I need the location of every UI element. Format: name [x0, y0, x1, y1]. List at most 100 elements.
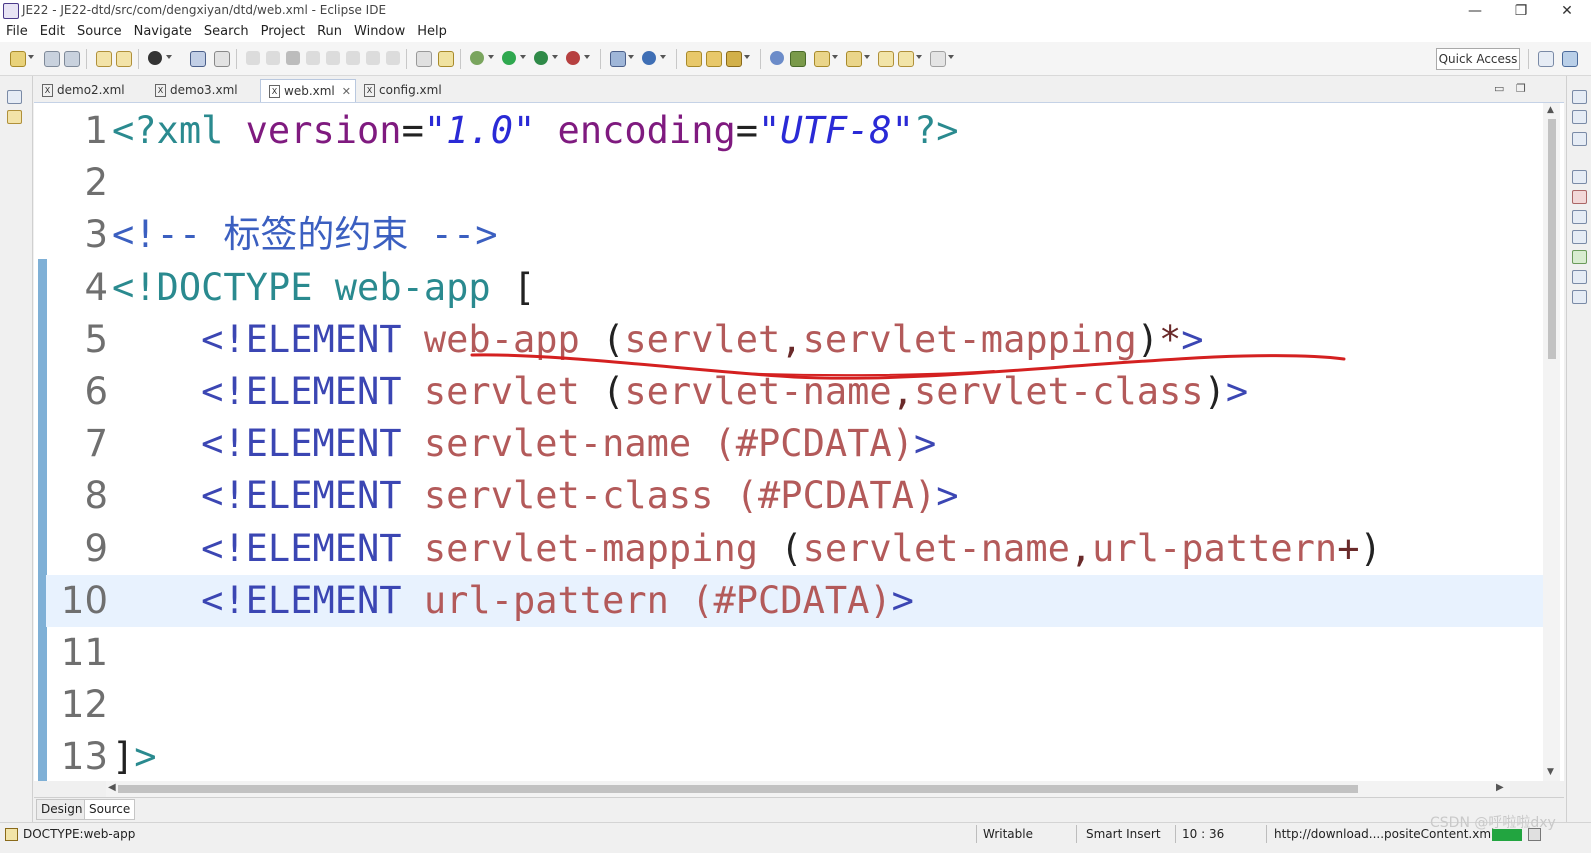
tab-demo3-xml[interactable]: Xdemo3.xml [147, 79, 259, 101]
new-class-dropdown-icon[interactable] [660, 55, 666, 59]
servers-icon[interactable] [1572, 230, 1587, 244]
external-tools-icon[interactable] [438, 51, 454, 67]
new-project-dropdown-icon[interactable] [628, 55, 634, 59]
status-bar: DOCTYPE:web-app Writable Smart Insert 10… [0, 822, 1591, 853]
console-icon[interactable] [190, 51, 206, 67]
run-server-icon[interactable] [566, 51, 580, 65]
debug-dropdown-icon[interactable] [488, 55, 494, 59]
tab-label: config.xml [379, 83, 442, 97]
back-dropdown-icon[interactable] [916, 55, 922, 59]
new-class-icon[interactable] [642, 51, 656, 65]
markers-icon[interactable] [1572, 190, 1587, 204]
step-over-icon[interactable] [346, 51, 360, 65]
new-java-project-icon[interactable] [610, 51, 626, 67]
coverage-dropdown-icon[interactable] [552, 55, 558, 59]
element-icon [5, 828, 18, 841]
save-icon[interactable] [44, 51, 60, 67]
run-icon[interactable] [502, 51, 516, 65]
menu-run[interactable]: Run [311, 22, 348, 42]
use-step-filters-icon[interactable] [416, 51, 432, 67]
snippets-icon[interactable] [1572, 270, 1587, 284]
menu-search[interactable]: Search [198, 22, 255, 42]
restore-view-icon[interactable] [7, 90, 22, 104]
red-underline-annotation [470, 353, 1346, 380]
globe-icon[interactable] [770, 51, 784, 65]
next-annotation-dropdown-icon[interactable] [832, 55, 838, 59]
horizontal-scrollbar[interactable]: ◀ ▶ [106, 781, 1510, 797]
xml-source-editor[interactable]: 1 <?xml version="1.0" encoding="UTF-8"?> 2… [34, 103, 1564, 781]
new-dropdown-icon[interactable] [28, 55, 34, 59]
step-into-icon[interactable] [326, 51, 340, 65]
menu-help[interactable]: Help [411, 22, 453, 42]
open-perspective-icon[interactable] [1538, 51, 1554, 67]
menu-navigate[interactable]: Navigate [128, 22, 198, 42]
menu-project[interactable]: Project [255, 22, 311, 42]
previous-annotation-icon[interactable] [846, 51, 862, 67]
java-ee-perspective-icon[interactable] [1562, 51, 1578, 67]
status-insert-mode[interactable]: Smart Insert [1086, 825, 1161, 843]
run-coverage-icon[interactable] [534, 51, 548, 65]
search-dropdown-icon[interactable] [744, 55, 750, 59]
status-cursor-position: 10 : 36 [1182, 827, 1225, 841]
tab-design[interactable]: Design [36, 799, 88, 820]
scroll-down-icon[interactable]: ▼ [1547, 767, 1554, 777]
next-annotation-icon[interactable] [814, 51, 830, 67]
skip-breakpoints-icon[interactable] [214, 51, 230, 67]
search-tool-icon[interactable] [726, 51, 742, 67]
scroll-left-icon[interactable]: ◀ [108, 782, 116, 793]
minimize-button[interactable]: — [1452, 0, 1498, 22]
tab-demo2-xml[interactable]: Xdemo2.xml [34, 79, 146, 101]
pin-editor-icon[interactable] [790, 51, 806, 67]
debug-perspective-icon[interactable] [148, 51, 162, 65]
open-task-icon[interactable] [116, 51, 132, 67]
project-explorer-icon[interactable] [7, 110, 22, 124]
menu-file[interactable]: File [0, 22, 34, 42]
server-dropdown-icon[interactable] [584, 55, 590, 59]
scroll-right-icon[interactable]: ▶ [1496, 782, 1504, 793]
scroll-up-icon[interactable]: ▲ [1547, 105, 1554, 115]
open-type-icon[interactable] [96, 51, 112, 67]
new-icon[interactable] [10, 51, 26, 67]
open-folder-icon[interactable] [686, 51, 702, 67]
console-view-icon[interactable] [1572, 290, 1587, 304]
forward-dropdown-icon[interactable] [948, 55, 954, 59]
save-all-icon[interactable] [64, 51, 80, 67]
disconnect-icon[interactable] [306, 51, 320, 65]
back-icon[interactable] [898, 51, 914, 67]
vertical-scroll-thumb[interactable] [1548, 119, 1556, 359]
task-list-icon[interactable] [1572, 132, 1587, 146]
close-tab-icon[interactable]: ✕ [342, 85, 351, 98]
menu-source[interactable]: Source [71, 22, 128, 42]
restore-right-view-icon[interactable] [1572, 90, 1587, 104]
last-edit-location-icon[interactable] [878, 51, 894, 67]
previous-annotation-dropdown-icon[interactable] [864, 55, 870, 59]
xml-file-icon: X [364, 84, 375, 97]
suspend-icon[interactable] [266, 51, 280, 65]
left-trim-stack [0, 76, 33, 824]
step-return-icon[interactable] [366, 51, 380, 65]
run-dropdown-icon[interactable] [520, 55, 526, 59]
terminate-icon[interactable] [286, 51, 300, 65]
perspective-dropdown-icon[interactable] [166, 55, 172, 59]
properties-icon[interactable] [1572, 210, 1587, 224]
restore-button[interactable]: ❐ [1498, 0, 1544, 22]
resume-icon[interactable] [246, 51, 260, 65]
forward-icon[interactable] [930, 51, 946, 67]
tab-web-xml[interactable]: Xweb.xml ✕ [260, 79, 356, 102]
horizontal-scroll-thumb[interactable] [118, 785, 1358, 793]
menu-window[interactable]: Window [348, 22, 411, 42]
quick-access-field[interactable]: Quick Access [1436, 48, 1520, 70]
open-resource-icon[interactable] [706, 51, 722, 67]
data-source-icon[interactable] [1572, 250, 1587, 264]
menu-edit[interactable]: Edit [34, 22, 71, 42]
outline-icon[interactable] [1572, 110, 1587, 124]
tab-source[interactable]: Source [84, 799, 136, 820]
restore-bottom-view-icon[interactable] [1572, 170, 1587, 184]
close-window-button[interactable]: ✕ [1544, 0, 1590, 22]
debug-icon[interactable] [470, 51, 484, 65]
maximize-editor-icon[interactable]: ❐ [1516, 82, 1526, 95]
vertical-scrollbar[interactable]: ▲ ▼ [1543, 103, 1560, 781]
minimize-editor-icon[interactable]: ▭ [1494, 82, 1504, 95]
drop-to-frame-icon[interactable] [386, 51, 400, 65]
tab-config-xml[interactable]: Xconfig.xml [356, 79, 456, 101]
